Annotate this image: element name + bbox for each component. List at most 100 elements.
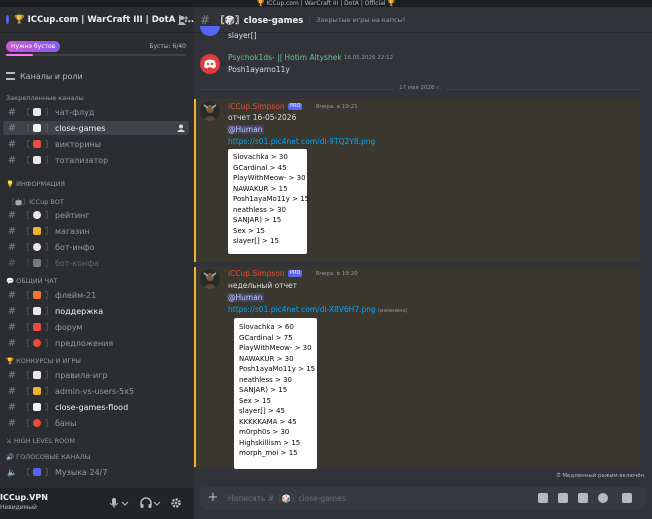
message-author[interactable]: Psychok1ds- || Hotim Altyshek	[228, 53, 342, 62]
trophy-emoji-icon	[33, 387, 41, 395]
character-avatar-icon	[203, 104, 217, 121]
channels-and-roles[interactable]: Каналы и роли	[6, 69, 83, 83]
emoji-icon[interactable]	[598, 493, 608, 503]
channel-label: баны	[55, 418, 77, 428]
chevron-down-icon[interactable]	[121, 497, 129, 509]
list-entry: m0rph0s > 30	[239, 428, 290, 436]
user-mention[interactable]: @Human	[227, 293, 264, 302]
dice-emoji-icon	[33, 403, 41, 411]
channel-label: магазин	[55, 226, 90, 236]
microphone-icon[interactable]	[108, 497, 120, 509]
list-entry: Posh1ayaMo11y > 15	[233, 195, 310, 203]
sticker-icon[interactable]	[578, 493, 588, 503]
user-mention[interactable]: @Human	[227, 125, 264, 134]
message-link[interactable]: https://s01.pic4net.com/di-X8V6H7.png (и…	[228, 305, 408, 314]
hash-icon: #	[7, 289, 17, 301]
avatar[interactable]	[200, 101, 220, 121]
calendar-emoji-icon	[33, 156, 41, 164]
message-composer[interactable]: + Написать #〖🎲〗close-games	[200, 487, 646, 509]
gift-icon[interactable]	[538, 493, 548, 503]
pin-emoji-icon	[33, 339, 41, 347]
chat-area: # 〖🎲〗close-games Закрытые игры на капсы!…	[194, 7, 652, 512]
headphones-icon[interactable]	[140, 497, 152, 509]
avatar[interactable]	[200, 269, 220, 289]
gif-icon[interactable]	[558, 493, 568, 503]
settings-gear-icon[interactable]	[170, 497, 182, 509]
list-entry: NAWAKUR > 30	[239, 354, 294, 363]
channel-label: close-games	[55, 123, 106, 133]
list-entry: slayer[] > 15	[233, 237, 279, 245]
list-entry: Sex > 15	[233, 226, 265, 235]
header-divider	[309, 13, 311, 26]
channel-totalizator[interactable]: # 〖〗 тотализатор	[3, 153, 189, 167]
username[interactable]: ICCup.VPN	[0, 493, 48, 502]
channel-topic[interactable]: Закрытые игры на капсы!	[316, 16, 405, 24]
hash-icon: #	[7, 305, 17, 317]
embedded-list-image[interactable]: Slovachka > 60 GCardinal > 75 PlayWithMeow…	[234, 318, 317, 469]
add-attachment-icon[interactable]: +	[206, 491, 220, 505]
channel-bot-info[interactable]: # 〖〗 бот-инфо	[3, 240, 189, 254]
embedded-list-image[interactable]: Slovachka > 30 GCardinal > 45 PlayWithMeow…	[228, 149, 310, 254]
channel-game-rules[interactable]: # 〖〗 правила-игр	[3, 368, 189, 382]
boost-progress[interactable]: Нужно бустов Бусты: 6/40	[6, 41, 186, 56]
hash-icon: #	[7, 337, 17, 349]
message-link-url[interactable]: https://s01.pic4net.com/di-X8V6H7.png	[228, 305, 376, 314]
list-entry: KKKKKAMA > 45	[239, 417, 297, 426]
hash-icon: #	[7, 369, 17, 381]
channel-rating[interactable]: # 〖〗 рейтинг	[3, 208, 189, 222]
apps-grid-icon[interactable]	[622, 493, 632, 503]
add-member-icon[interactable]	[178, 15, 188, 25]
channel-close-games[interactable]: # 〖〗 close-games	[3, 121, 189, 135]
hash-icon: #	[200, 12, 211, 27]
hash-icon: #	[7, 257, 17, 269]
add-member-icon[interactable]	[177, 124, 185, 132]
category-voice[interactable]: 🔊 ГОЛОСОВЫЕ КАНАЛЫ	[6, 453, 90, 461]
channel-admin-vs-users[interactable]: # 〖〗 admin-vs-users-5x5	[3, 384, 189, 398]
dice-emoji-icon	[33, 124, 41, 132]
channel-quiz[interactable]: # 〖〗 викторины	[3, 137, 189, 151]
channel-suggestions[interactable]: # 〖〗 предложения	[3, 336, 189, 350]
category-contests[interactable]: 🏆 КОНКУРСЫ И ИГРЫ	[6, 357, 81, 365]
channel-label: правила-игр	[55, 370, 108, 380]
discord-logo-icon	[204, 59, 216, 69]
message-author[interactable]: iCCup.Simpson	[228, 102, 285, 111]
hash-icon: #	[7, 241, 17, 253]
category-info[interactable]: 💡 ИНФОРМАЦИЯ	[6, 180, 65, 188]
hash-icon: #	[7, 122, 17, 134]
channel-label: форум	[55, 322, 83, 332]
channel-bot-conf[interactable]: # 〖〗 бот-конфа	[3, 256, 189, 270]
list-entry: GCardinal > 75	[239, 333, 293, 342]
list-entry: SANJAR) > 15	[239, 386, 288, 394]
no-entry-emoji-icon	[33, 419, 41, 427]
channel-forum[interactable]: # 〖〗 форум	[3, 320, 189, 334]
voice-channel-music[interactable]: 🔈 〖〗 Музыка 24/7	[3, 465, 189, 479]
channel-support[interactable]: # 〖〗 поддержка	[3, 304, 189, 318]
channel-shop[interactable]: # 〖〗 магазин	[3, 224, 189, 238]
channel-flame[interactable]: # 〖〗 флейм-21	[3, 288, 189, 302]
avatar[interactable]	[200, 26, 220, 36]
boost-goal-chip: Нужно бустов	[6, 41, 61, 52]
message-link[interactable]: https://s01.pic4net.com/di-9TQ2Y8.png	[228, 137, 375, 146]
channel-close-games-flood[interactable]: # 〖〗 close-games-flood	[3, 400, 189, 414]
message-timestamp: 16.05.2026 22:12	[344, 55, 394, 61]
memo-emoji-icon	[33, 259, 41, 267]
category-pinned[interactable]: Закрепленные каналы	[6, 94, 84, 102]
list-icon	[6, 72, 15, 80]
category-bot[interactable]: 〖🤖〗ICCup BOT	[8, 196, 64, 206]
speech-emoji-icon	[33, 108, 41, 116]
category-chat[interactable]: 💬 ОБЩИЙ ЧАТ	[6, 277, 58, 285]
fire-emoji-icon	[33, 291, 41, 299]
hash-icon: #	[7, 154, 17, 166]
chevron-down-icon[interactable]	[153, 497, 161, 509]
pro-badge: PRO	[288, 270, 303, 277]
channel-label: викторины	[55, 139, 102, 149]
avatar[interactable]	[200, 54, 220, 74]
date-divider: 17 мая 2026 г.	[200, 85, 640, 91]
message-author[interactable]: iCCup.Simpson	[228, 269, 285, 278]
category-high-level-room[interactable]: ⚔ HIGH LEVEL ROOM	[6, 437, 75, 445]
channel-bans[interactable]: # 〖〗 баны	[3, 416, 189, 430]
list-entry: morph_moi > 15	[239, 449, 298, 457]
channel-chat-flood[interactable]: # 〖〗 чат-флуд	[3, 105, 189, 119]
server-header[interactable]: 🏆 ICCup.com | WarCraft III | DotA | ...	[0, 7, 194, 33]
speaker-icon: 🔈	[7, 467, 17, 477]
